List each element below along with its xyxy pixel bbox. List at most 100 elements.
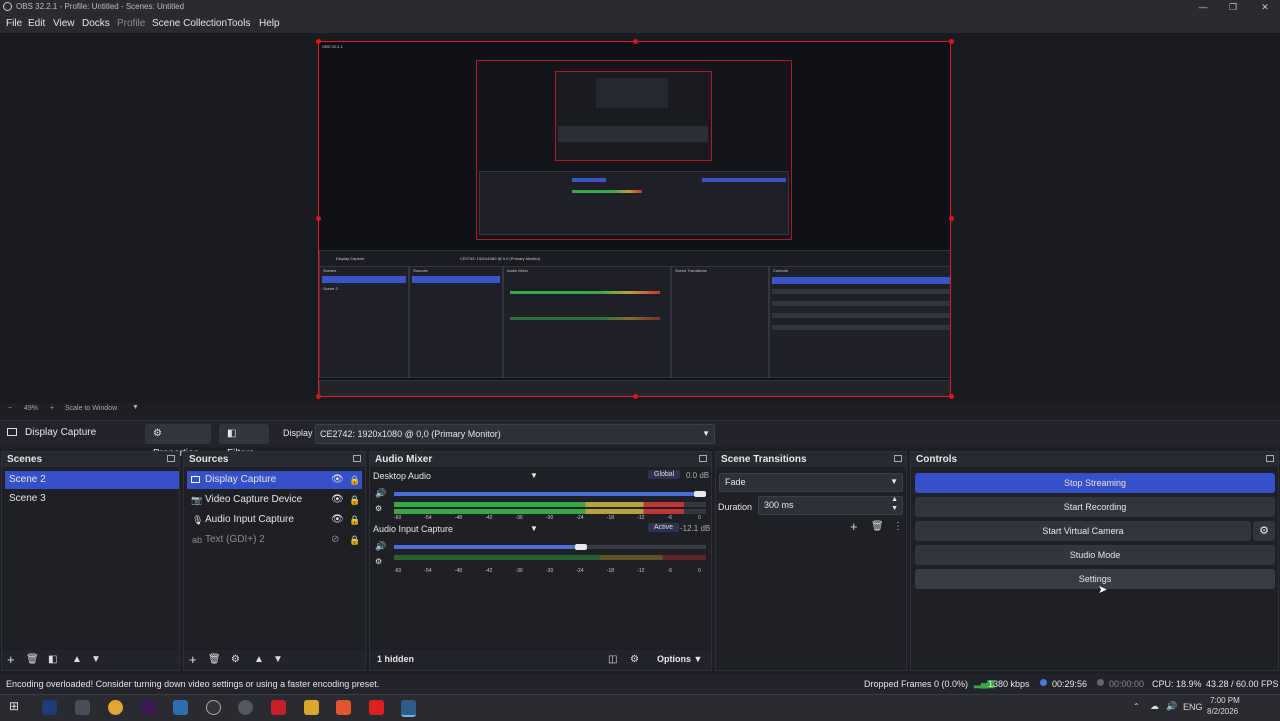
filters-button[interactable]: ◧ Filters xyxy=(219,424,269,459)
add-icon[interactable]: + xyxy=(189,652,197,667)
chevron-up-icon[interactable]: ▲ xyxy=(72,654,82,665)
chevron-down-icon[interactable]: ▼ xyxy=(530,471,538,480)
source-item[interactable]: Display Capture 👁 🔒 xyxy=(187,471,362,489)
chevron-down-icon[interactable]: ▼ xyxy=(273,654,283,665)
obs-active-icon[interactable] xyxy=(401,700,416,717)
chevron-down-icon[interactable]: ▼ xyxy=(530,524,538,533)
eye-icon[interactable]: 👁 xyxy=(331,471,344,489)
add-icon[interactable]: + xyxy=(7,652,15,667)
filter-icon[interactable]: ◧ xyxy=(48,654,57,665)
float-dock-icon[interactable] xyxy=(699,455,707,462)
speaker-icon[interactable]: 🔊 xyxy=(375,541,386,552)
gear-icon[interactable]: ⚙ xyxy=(231,654,240,665)
mixer-settings-icon[interactable]: ⚙ xyxy=(375,557,382,566)
volume-icon[interactable]: 🔊 xyxy=(1166,701,1177,712)
clock-date[interactable]: 8/2/2026 xyxy=(1207,707,1238,716)
source-item[interactable]: 🎙 Audio Input Capture 👁 🔒 xyxy=(187,511,362,529)
resize-handle[interactable] xyxy=(316,39,321,44)
menu-help[interactable]: Help xyxy=(259,18,280,29)
menu-file[interactable]: File xyxy=(6,18,22,29)
float-dock-icon[interactable] xyxy=(894,455,902,462)
calculator-icon[interactable] xyxy=(75,700,90,715)
volume-fader-knob[interactable] xyxy=(575,544,588,550)
resize-handle[interactable] xyxy=(949,394,954,399)
eye-icon[interactable]: 👁 xyxy=(331,491,344,509)
maximize-button[interactable]: ❐ xyxy=(1218,0,1248,15)
source-item[interactable]: 📷 Video Capture Device 👁 🔒 xyxy=(187,491,362,509)
language-indicator[interactable]: ENG xyxy=(1183,702,1203,712)
volume-fader-fill[interactable] xyxy=(394,492,700,496)
menu-scene-collection[interactable]: Scene Collection xyxy=(152,18,227,29)
lock-icon[interactable]: 🔒 xyxy=(349,471,360,489)
lock-icon[interactable]: 🔒 xyxy=(349,511,360,529)
virtual-camera-settings-button[interactable]: ⚙ xyxy=(1253,521,1275,541)
chevron-up-icon[interactable]: ⌃ xyxy=(1133,702,1140,711)
transition-select[interactable]: Fade ▼ xyxy=(719,473,903,492)
chevron-down-icon[interactable]: ▼ xyxy=(132,404,139,411)
amd-icon[interactable] xyxy=(271,700,286,715)
chevron-up-icon[interactable]: ▲ xyxy=(891,496,898,503)
volume-fader-fill[interactable] xyxy=(394,545,582,549)
resize-handle[interactable] xyxy=(633,39,638,44)
zoom-in-button[interactable]: + xyxy=(50,405,54,412)
menu-docks[interactable]: Docks xyxy=(82,18,110,29)
properties-button[interactable]: ⚙ Properties xyxy=(145,424,211,459)
stop-streaming-button[interactable]: Stop Streaming xyxy=(915,473,1275,493)
menu-tools[interactable]: Tools xyxy=(227,18,250,29)
trash-icon[interactable]: 🗑 xyxy=(871,521,884,532)
trash-icon[interactable]: 🗑 xyxy=(208,654,221,665)
obs-icon[interactable] xyxy=(206,700,221,715)
menu-edit[interactable]: Edit xyxy=(28,18,45,29)
advanced-audio-icon[interactable]: ⚙ xyxy=(630,654,639,665)
float-dock-icon[interactable] xyxy=(1266,455,1274,462)
windows-start-icon[interactable]: ⊞ xyxy=(9,699,19,713)
resize-handle[interactable] xyxy=(949,216,954,221)
add-icon[interactable]: + xyxy=(850,519,858,534)
file-explorer-icon[interactable] xyxy=(304,700,319,715)
menu-view[interactable]: View xyxy=(53,18,75,29)
app-icon[interactable] xyxy=(238,700,253,715)
options-button[interactable]: Options ▼ xyxy=(657,654,702,664)
chrome-icon[interactable] xyxy=(108,700,123,715)
lock-icon[interactable]: 🔒 xyxy=(349,491,360,509)
scene-item[interactable]: Scene 2 xyxy=(5,471,179,489)
volume-fader-knob[interactable] xyxy=(693,491,706,497)
app-icon[interactable] xyxy=(173,700,188,715)
start-recording-button[interactable]: Start Recording xyxy=(915,497,1275,517)
display-select[interactable]: CE2742: 1920x1080 @ 0,0 (Primary Monitor… xyxy=(315,424,715,444)
resize-handle[interactable] xyxy=(949,39,954,44)
studio-mode-button[interactable]: Studio Mode xyxy=(915,545,1275,565)
preview-canvas[interactable]: OBS 32.2.1 Display Capture CE2742: 1920x… xyxy=(318,41,951,397)
start-virtual-camera-button[interactable]: Start Virtual Camera xyxy=(915,521,1251,541)
float-dock-icon[interactable] xyxy=(353,455,361,462)
resize-handle[interactable] xyxy=(633,394,638,399)
chevron-down-icon[interactable]: ▼ xyxy=(891,505,898,512)
more-icon[interactable]: ⋮ xyxy=(893,521,903,532)
settings-button[interactable]: Settings xyxy=(915,569,1275,589)
chevron-up-icon[interactable]: ▲ xyxy=(254,654,264,665)
float-dock-icon[interactable] xyxy=(167,455,175,462)
close-button[interactable]: ✕ xyxy=(1250,0,1280,15)
photoshop-icon[interactable] xyxy=(42,700,57,715)
resize-handle[interactable] xyxy=(316,394,321,399)
hidden-count[interactable]: 1 hidden xyxy=(377,654,414,664)
clock-time[interactable]: 7:00 PM xyxy=(1210,696,1240,705)
minimize-button[interactable]: — xyxy=(1188,0,1218,15)
zoom-mode[interactable]: Scale to Window xyxy=(65,405,117,412)
mixer-settings-icon[interactable]: ⚙ xyxy=(375,504,382,513)
eye-icon[interactable]: 👁 xyxy=(331,511,344,529)
duration-spinbox[interactable]: 300 ms ▲ ▼ xyxy=(758,496,903,515)
vertical-layout-icon[interactable]: ◫ xyxy=(608,654,617,665)
network-icon[interactable]: ☁ xyxy=(1150,701,1159,712)
scene-item[interactable]: Scene 3 xyxy=(5,490,179,508)
premiere-icon[interactable] xyxy=(141,700,156,715)
eye-hidden-icon[interactable]: ⊘ xyxy=(331,531,339,549)
youtube-icon[interactable] xyxy=(369,700,384,715)
resize-handle[interactable] xyxy=(316,216,321,221)
speaker-icon[interactable]: 🔊 xyxy=(375,488,386,499)
trash-icon[interactable]: 🗑 xyxy=(26,654,39,665)
menu-profile[interactable]: Profile xyxy=(117,18,145,29)
brave-icon[interactable] xyxy=(336,700,351,715)
lock-icon[interactable]: 🔒 xyxy=(349,531,360,549)
chevron-down-icon[interactable]: ▼ xyxy=(91,654,101,665)
